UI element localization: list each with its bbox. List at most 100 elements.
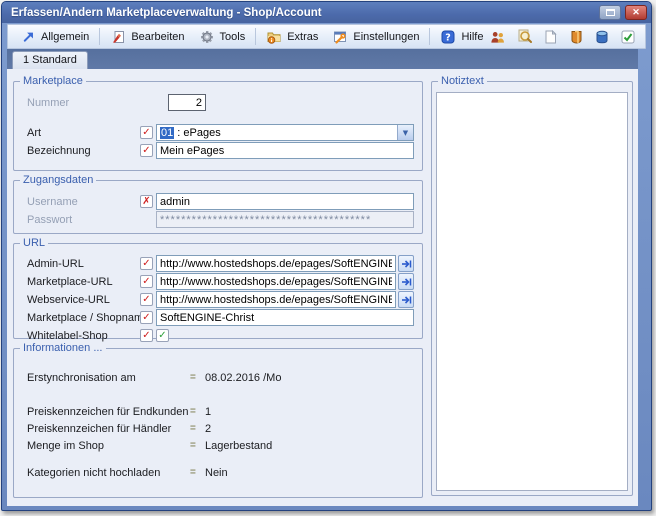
- info-value: 08.02.2016 /Mo: [205, 372, 281, 384]
- settings-window-icon: [332, 29, 348, 45]
- document-icon[interactable]: [542, 29, 558, 45]
- webservice-url-row: Webservice-URL ✓: [27, 291, 414, 308]
- info-value: Lagerbestand: [205, 440, 272, 452]
- edit-document-icon: [110, 29, 126, 45]
- group-label-url: URL: [20, 237, 48, 249]
- info-value: 2: [205, 423, 211, 435]
- shopname-input[interactable]: [156, 309, 414, 326]
- admin-url-label: Admin-URL: [27, 258, 140, 270]
- restore-button[interactable]: [599, 5, 621, 20]
- admin-url-open-button[interactable]: [398, 255, 414, 272]
- bezeichnung-label: Bezeichnung: [27, 145, 140, 157]
- equals-icon: =: [190, 372, 205, 383]
- username-input[interactable]: [156, 193, 414, 210]
- confirm-check-icon[interactable]: [620, 29, 636, 45]
- package-icon[interactable]: [568, 29, 584, 45]
- info-label: Preiskennzeichen für Händler: [27, 423, 190, 435]
- marketplace-url-open-button[interactable]: [398, 273, 414, 290]
- art-label: Art: [27, 127, 140, 139]
- marketplace-url-row: Marketplace-URL ✓: [27, 273, 414, 290]
- info-row: Preiskennzeichen für Endkunden = 1: [27, 403, 414, 420]
- menu-label: Einstellungen: [353, 31, 419, 43]
- admin-url-input[interactable]: [156, 255, 396, 272]
- info-row: Menge im Shop = Lagerbestand: [27, 437, 414, 454]
- art-rest-text: : ePages: [174, 127, 220, 139]
- open-url-arrow-icon: [401, 259, 412, 269]
- window-title: Erfassen/Ändern Marketplaceverwaltung - …: [11, 7, 595, 19]
- whitelabel-checkbox[interactable]: ✓: [156, 329, 169, 342]
- tab-standard[interactable]: 1 Standard: [12, 51, 88, 69]
- username-label: Username: [27, 196, 140, 208]
- folder-info-icon: [266, 29, 282, 45]
- close-button[interactable]: ✕: [625, 5, 647, 20]
- webservice-url-input[interactable]: [156, 291, 396, 308]
- menu-item-bearbeiten[interactable]: Bearbeiten: [103, 26, 191, 48]
- menu-label: Tools: [220, 31, 246, 43]
- group-label-informationen: Informationen ...: [20, 342, 106, 354]
- menu-item-allgemein[interactable]: Allgemein: [13, 26, 96, 48]
- menu-label: Hilfe: [461, 31, 483, 43]
- art-dropdown-button[interactable]: ▼: [397, 125, 413, 140]
- webservice-url-modified-check-icon[interactable]: ✓: [140, 293, 153, 306]
- shopname-row: Marketplace / Shopname ✓: [27, 309, 414, 326]
- menu-item-extras[interactable]: Extras: [259, 26, 325, 48]
- bezeichnung-modified-check-icon[interactable]: ✓: [140, 144, 153, 157]
- menu-bar: Allgemein Bearbeiten Tools Extras: [7, 24, 646, 49]
- window-body: Allgemein Bearbeiten Tools Extras: [7, 24, 646, 506]
- group-label-zugangsdaten: Zugangsdaten: [20, 174, 96, 186]
- restore-icon: [606, 9, 615, 16]
- passwort-input: [156, 211, 414, 228]
- open-url-arrow-icon: [401, 277, 412, 287]
- svg-text:?: ?: [446, 32, 452, 43]
- art-modified-check-icon[interactable]: ✓: [140, 126, 153, 139]
- admin-url-modified-check-icon[interactable]: ✓: [140, 257, 153, 270]
- info-label: Preiskennzeichen für Endkunden: [27, 406, 190, 418]
- open-url-arrow-icon: [401, 295, 412, 305]
- help-icon: ?: [440, 29, 456, 45]
- passwort-label: Passwort: [27, 214, 140, 226]
- menu-item-hilfe[interactable]: ? Hilfe: [433, 26, 490, 48]
- close-icon: ✕: [632, 7, 640, 18]
- menu-item-tools[interactable]: Tools: [192, 26, 253, 48]
- menu-separator: [99, 28, 100, 45]
- admin-url-row: Admin-URL ✓: [27, 255, 414, 272]
- left-column: Marketplace Nummer Art ✓ 01 : ePages: [13, 81, 423, 500]
- webservice-url-open-button[interactable]: [398, 291, 414, 308]
- info-row: Erstynchronisation am = 08.02.2016 /Mo: [27, 369, 414, 386]
- equals-icon: =: [190, 467, 205, 478]
- equals-icon: =: [190, 440, 205, 451]
- bezeichnung-input[interactable]: [156, 142, 414, 159]
- group-informationen: Informationen ... Erstynchronisation am …: [13, 348, 423, 498]
- username-row: Username ✗: [27, 193, 414, 210]
- marketplace-url-label: Marketplace-URL: [27, 276, 140, 288]
- toolbar-right: [490, 29, 641, 45]
- nummer-input[interactable]: [168, 94, 206, 111]
- info-label: Menge im Shop: [27, 440, 190, 452]
- arrow-up-right-icon: [20, 29, 36, 45]
- webservice-url-label: Webservice-URL: [27, 294, 140, 306]
- group-notiztext: Notiztext: [431, 81, 633, 496]
- menu-separator: [429, 28, 430, 45]
- info-label: Erstynchronisation am: [27, 372, 190, 384]
- art-combobox[interactable]: 01 : ePages ▼: [156, 124, 414, 141]
- form-region: 1 Standard Marketplace Nummer Art ✓: [7, 49, 638, 506]
- shopname-modified-check-icon[interactable]: ✓: [140, 311, 153, 324]
- username-required-x-icon[interactable]: ✗: [140, 195, 153, 208]
- gear-icon: [199, 29, 215, 45]
- menu-separator: [255, 28, 256, 45]
- bezeichnung-row: Bezeichnung ✓: [27, 142, 414, 159]
- info-value: 1: [205, 406, 211, 418]
- notiztext-area[interactable]: [436, 92, 628, 491]
- whitelabel-modified-check-icon[interactable]: ✓: [140, 329, 153, 342]
- users-icon[interactable]: [490, 29, 506, 45]
- group-label-notiztext: Notiztext: [438, 75, 487, 87]
- group-label-marketplace: Marketplace: [20, 75, 86, 87]
- database-icon[interactable]: [594, 29, 610, 45]
- marketplace-url-input[interactable]: [156, 273, 396, 290]
- marketplace-url-modified-check-icon[interactable]: ✓: [140, 275, 153, 288]
- equals-icon: =: [190, 423, 205, 434]
- menu-item-einstellungen[interactable]: Einstellungen: [325, 26, 426, 48]
- search-icon[interactable]: [516, 29, 532, 45]
- nummer-row: Nummer: [27, 94, 414, 111]
- art-row: Art ✓ 01 : ePages ▼: [27, 124, 414, 141]
